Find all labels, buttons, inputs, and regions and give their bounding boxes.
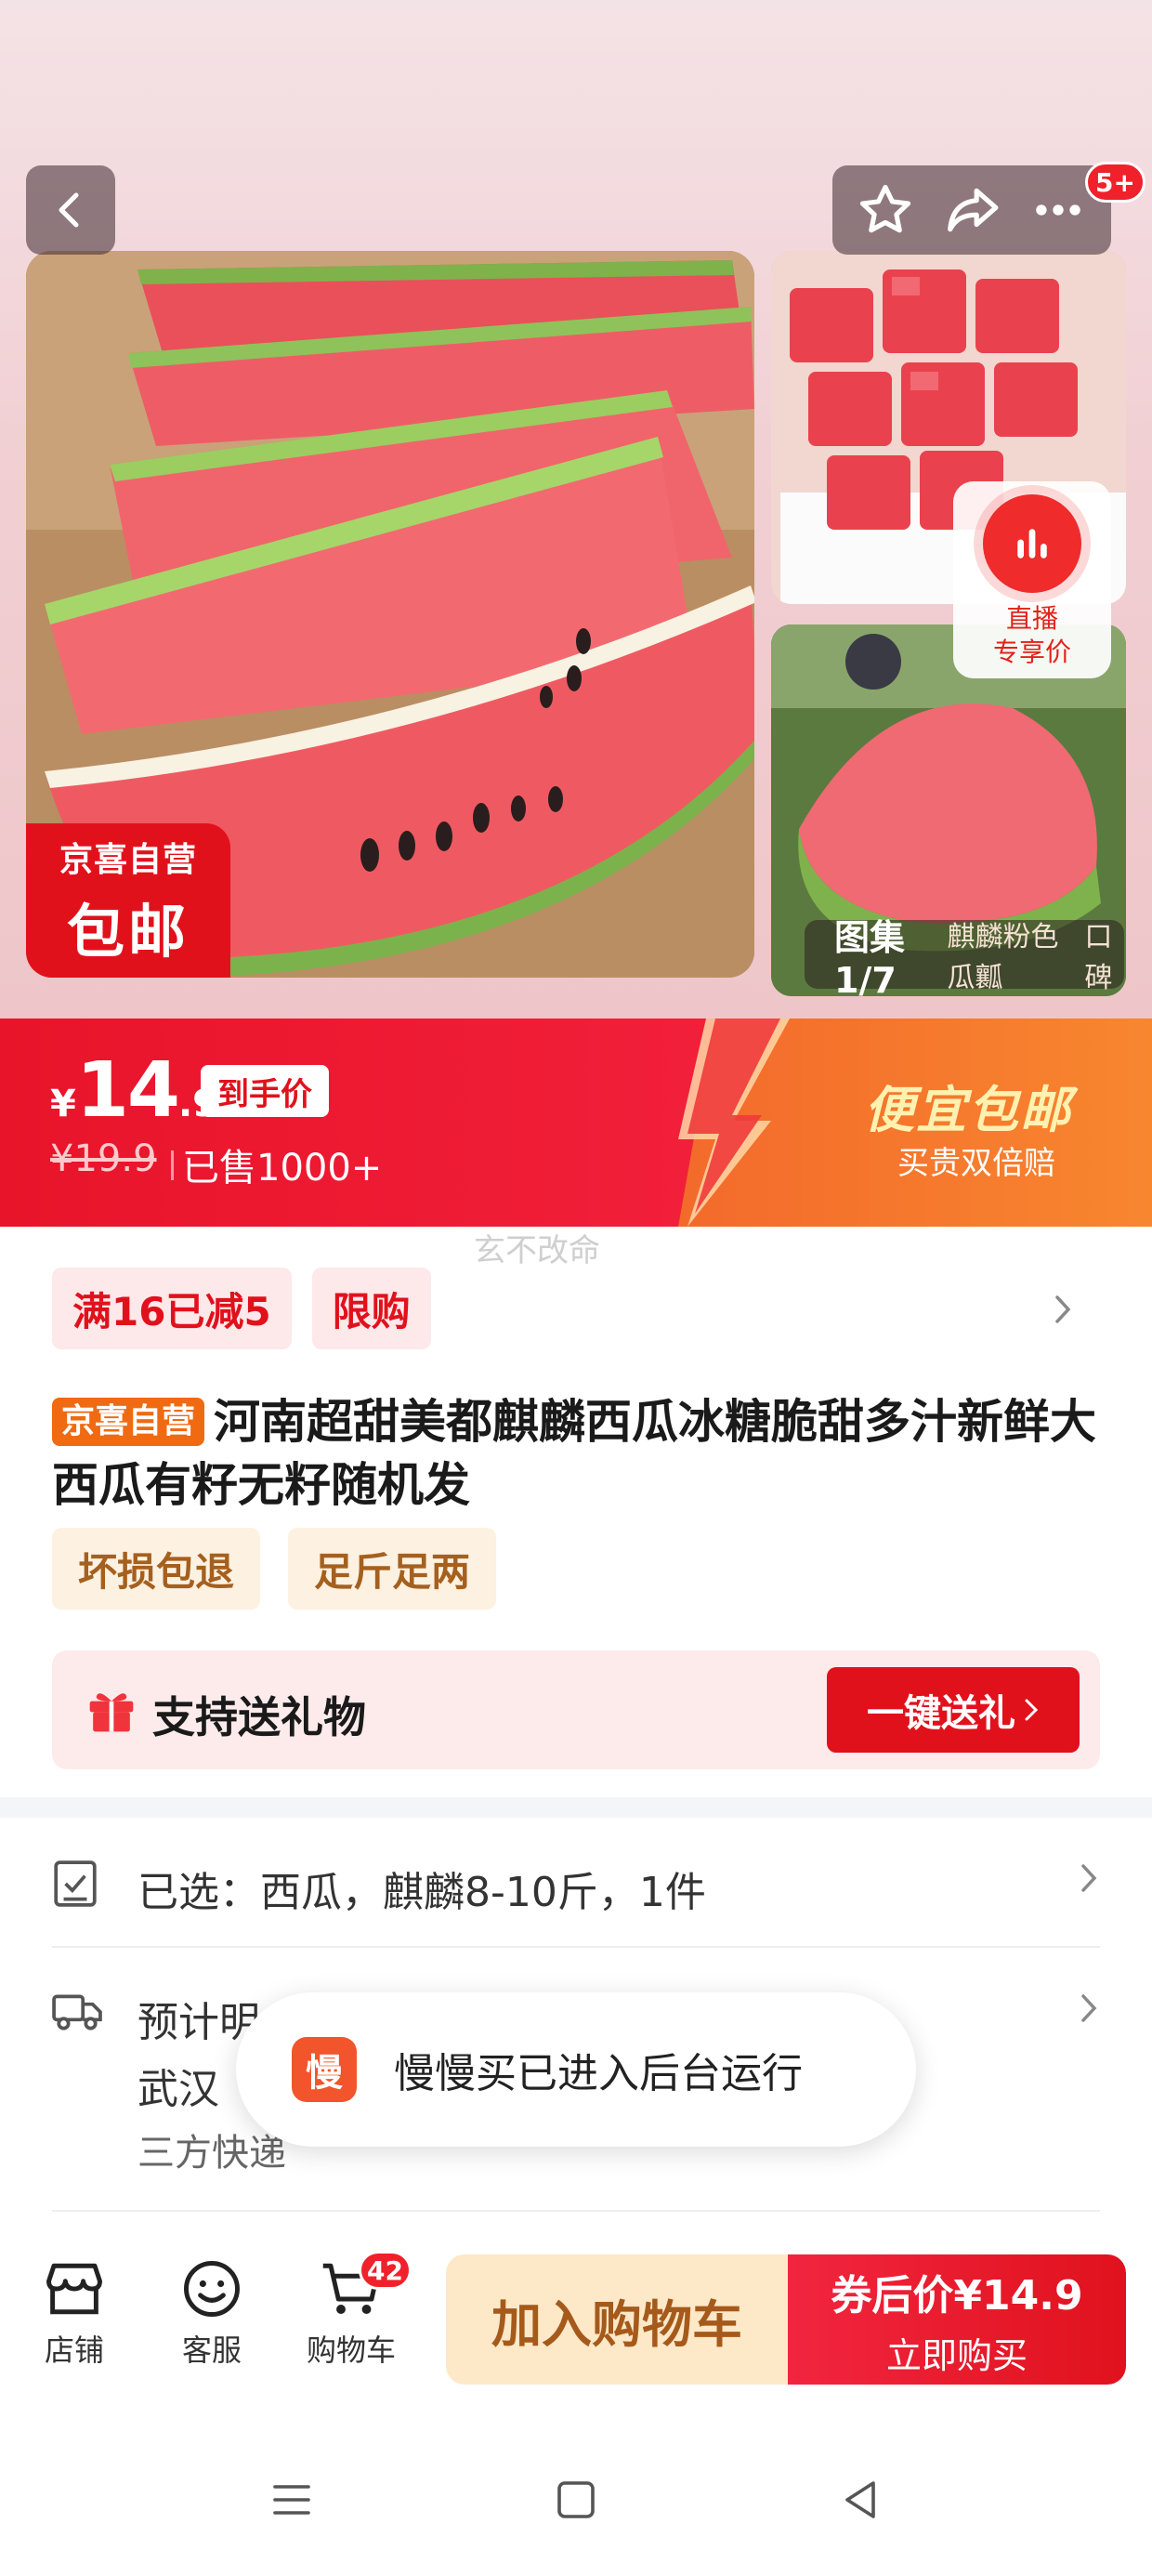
buy-now-label: 立即购买 bbox=[885, 2334, 1028, 2376]
product-gallery: 京喜自营 包邮 5+ 直播 专享价 图集1/7 麒麟粉色瓜瓤 口碑 bbox=[0, 0, 1152, 1022]
selected-spec-text: 已选：西瓜，麒麟8-10斤，1件 bbox=[137, 1869, 706, 1916]
customer-service-button[interactable]: 客服 bbox=[156, 2258, 268, 2370]
app-logo-icon: 慢 bbox=[292, 2037, 357, 2102]
final-price: ¥ 14 .9 bbox=[50, 1046, 218, 1135]
feature-chips: 坏损包退 足斤足两 bbox=[52, 1528, 497, 1610]
buy-now-button[interactable]: 券后价¥14.9 立即购买 bbox=[788, 2254, 1126, 2385]
toast-message: 慢慢买已进入后台运行 bbox=[394, 2050, 803, 2097]
gallery-counter-text: 图集1/7 bbox=[834, 916, 906, 1001]
chevron-left-icon bbox=[59, 192, 79, 228]
price-integer: 14 bbox=[75, 1046, 180, 1135]
live-price-button[interactable]: 直播 专享价 bbox=[953, 481, 1111, 678]
price-separator bbox=[171, 1150, 174, 1180]
chevron-right-icon[interactable] bbox=[1050, 1294, 1076, 1325]
checklist-icon bbox=[54, 1860, 97, 1907]
damage-refund-chip[interactable]: 坏损包退 bbox=[52, 1528, 261, 1610]
bottom-action-bar: 店铺 客服 购物车 42 加入购物车 券后价¥14.9 立即购买 bbox=[0, 2221, 1152, 2398]
gallery-counter-extra: 口碑 bbox=[1084, 921, 1113, 994]
price-banner: ¥ 14 .9 到手价 ¥19.9 已售1000+ 便宜包邮 买贵双倍赔 bbox=[0, 1019, 1152, 1227]
discount-chip[interactable]: 满16已减5 bbox=[52, 1268, 292, 1349]
background-running-toast: 慢 慢慢买已进入后台运行 bbox=[236, 1992, 916, 2147]
cart-count-badge: 42 bbox=[359, 2251, 412, 2290]
live-icon bbox=[983, 494, 1081, 593]
store-icon bbox=[46, 2263, 102, 2315]
gift-bar: 支持送礼物 一键送礼 bbox=[52, 1650, 1100, 1769]
price-currency: ¥ bbox=[50, 1083, 76, 1125]
store-button[interactable]: 店铺 bbox=[19, 2258, 130, 2370]
cart-label: 购物车 bbox=[306, 2333, 396, 2368]
more-badge: 5+ bbox=[1085, 162, 1145, 203]
original-price: ¥19.9 bbox=[50, 1137, 157, 1180]
back-button[interactable] bbox=[26, 165, 115, 255]
live-label-line-1: 直播 bbox=[1005, 603, 1058, 634]
star-icon bbox=[859, 184, 910, 233]
truck-icon bbox=[52, 1994, 102, 2031]
self-operated-free-shipping-tag: 京喜自营 包邮 bbox=[26, 823, 230, 978]
add-to-cart-button[interactable]: 加入购物车 bbox=[446, 2254, 788, 2385]
top-action-group bbox=[832, 165, 1111, 255]
promo-title: 便宜包邮 bbox=[864, 1081, 1072, 1139]
gallery-counter-caption: 麒麟粉色瓜瓤 bbox=[947, 921, 1059, 994]
section-divider bbox=[0, 1797, 1152, 1818]
live-bars-icon bbox=[1017, 529, 1047, 559]
live-label: 直播 专享价 bbox=[993, 602, 1071, 669]
coupon-price: 券后价¥14.9 bbox=[831, 2271, 1083, 2320]
chevron-right-icon bbox=[1081, 1864, 1097, 1892]
limit-chip[interactable]: 限购 bbox=[311, 1268, 431, 1349]
promo-chips: 满16已减5 限购 bbox=[52, 1268, 431, 1349]
menu-icon[interactable] bbox=[269, 2477, 314, 2522]
self-operated-badge: 京喜自营 bbox=[52, 1398, 205, 1446]
full-weight-chip[interactable]: 足斤足两 bbox=[288, 1528, 497, 1610]
product-title: 京喜自营 河南超甜美都麒麟西瓜冰糖脆甜多汁新鲜大西瓜有籽无籽随机发 bbox=[52, 1390, 1102, 1517]
store-label: 店铺 bbox=[44, 2333, 104, 2368]
back-triangle-icon[interactable] bbox=[838, 2477, 883, 2522]
final-price-tag: 到手价 bbox=[201, 1065, 329, 1117]
chevron-right-icon bbox=[1081, 1994, 1097, 2022]
gift-label: 支持送礼物 bbox=[152, 1692, 366, 1742]
cart-button[interactable]: 购物车 42 bbox=[295, 2251, 412, 2370]
promo-subtitle: 买贵双倍赔 bbox=[897, 1145, 1055, 1182]
tag-line-2: 包邮 bbox=[66, 898, 190, 966]
spec-selection-row[interactable]: 已选：西瓜，麒麟8-10斤，1件 bbox=[52, 1821, 1100, 1948]
more-dots-icon bbox=[1036, 204, 1081, 216]
lightning-bolt-icon bbox=[678, 1019, 790, 1227]
delivery-location: 武汉 bbox=[137, 2066, 219, 2113]
share-button[interactable] bbox=[935, 173, 1009, 247]
send-gift-button[interactable]: 一键送礼 bbox=[827, 1667, 1080, 1753]
tag-line-1: 京喜自营 bbox=[59, 841, 197, 879]
send-gift-button-label: 一键送礼 bbox=[867, 1692, 1015, 1735]
product-title-text: 河南超甜美都麒麟西瓜冰糖脆甜多汁新鲜大西瓜有籽无籽随机发 bbox=[52, 1395, 1097, 1512]
delivery-carrier: 三方快递 bbox=[137, 2132, 286, 2175]
home-icon[interactable] bbox=[554, 2477, 598, 2522]
live-label-line-2: 专享价 bbox=[992, 637, 1071, 667]
gift-icon bbox=[89, 1693, 134, 1732]
system-navigation-bar bbox=[0, 2435, 1152, 2576]
gallery-counter[interactable]: 图集1/7 麒麟粉色瓜瓤 口碑 bbox=[805, 917, 1124, 1001]
watermark: 玄不改命 bbox=[474, 1232, 600, 1269]
share-icon bbox=[948, 188, 999, 232]
favorite-button[interactable] bbox=[848, 173, 923, 247]
chevron-right-icon bbox=[1025, 1699, 1039, 1721]
service-label: 客服 bbox=[181, 2333, 242, 2368]
sold-count: 已售1000+ bbox=[182, 1147, 383, 1189]
service-face-icon bbox=[184, 2261, 240, 2317]
